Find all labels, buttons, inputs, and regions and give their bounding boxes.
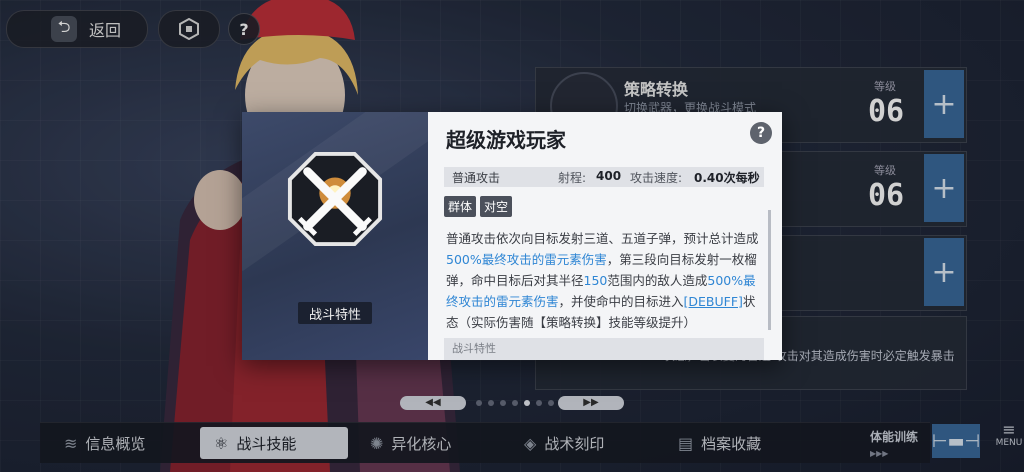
help-button[interactable]: ? xyxy=(750,122,772,144)
attack-type: 普通攻击 xyxy=(452,171,501,185)
range-value: 400 xyxy=(596,169,622,183)
tag-group: 群体 xyxy=(444,196,477,217)
skill-type-tag: 战斗特性 xyxy=(298,302,372,324)
range-label: 射程: xyxy=(558,171,587,185)
desc-text: ，并使命中的目标进入 xyxy=(558,294,684,309)
tag-list: 群体 对空 xyxy=(444,196,513,217)
speed-value: 0.40次每秒 xyxy=(694,171,760,185)
desc-highlight: 500%最终攻击的雷元素伤害 xyxy=(446,252,607,267)
popup-info-panel: 超级游戏玩家 ? 普通攻击 射程: 400 攻击速度: 0.40次每秒 群体 对… xyxy=(428,112,782,360)
next-section-label: 战斗特性 xyxy=(452,342,496,355)
speed-label: 攻击速度: xyxy=(630,171,683,185)
desc-highlight: 150 xyxy=(583,273,608,288)
next-section-header: 战斗特性 xyxy=(444,338,764,360)
tag-anti-air: 对空 xyxy=(480,196,513,217)
stat-row: 普通攻击 射程: 400 攻击速度: 0.40次每秒 xyxy=(444,167,764,187)
debuff-link[interactable]: [DEBUFF] xyxy=(684,294,743,309)
skill-detail-popup: 战斗特性 超级游戏玩家 ? 普通攻击 射程: 400 攻击速度: 0.40次每秒… xyxy=(242,112,782,360)
desc-text: 范围内的敌人造成 xyxy=(607,273,708,288)
scrollbar[interactable] xyxy=(768,210,771,330)
skill-name: 超级游戏玩家 xyxy=(446,128,566,152)
skill-description: 普通攻击依次向目标发射三道、五道子弹，预计总计造成 500%最终攻击的雷元素伤害 ，… xyxy=(446,228,760,333)
popup-emblem-panel: 战斗特性 xyxy=(242,112,428,360)
crossed-swords-icon xyxy=(287,151,383,247)
desc-text: 普通攻击依次向目标发射三道、五道子弹，预计总计造成 xyxy=(446,231,759,246)
